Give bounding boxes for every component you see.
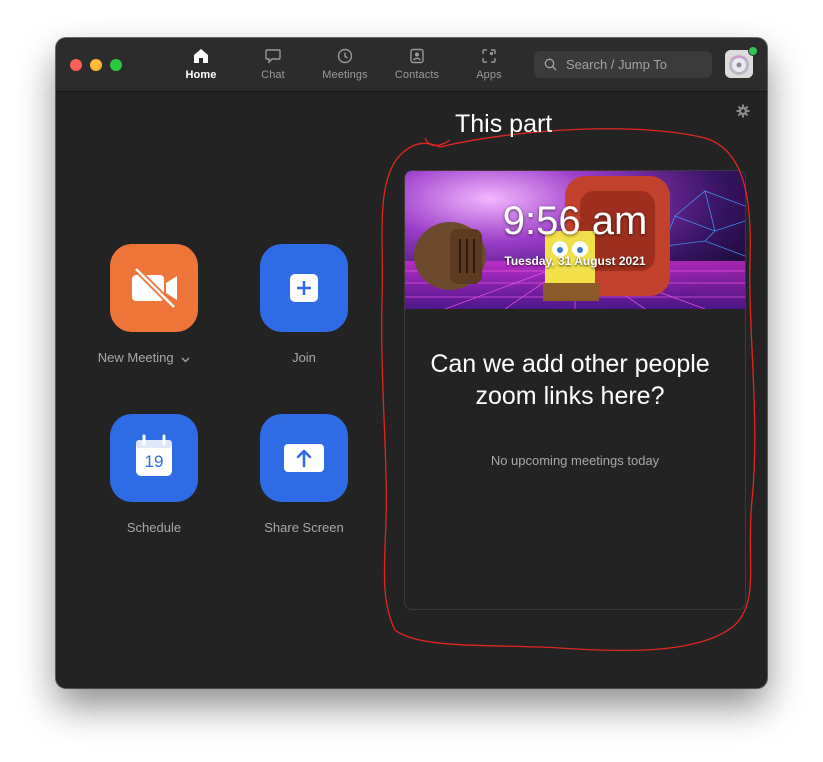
tab-contacts[interactable]: Contacts [387, 48, 447, 88]
clock-icon [315, 48, 375, 64]
new-meeting-button[interactable] [110, 244, 198, 332]
tab-chat-label: Chat [261, 69, 285, 81]
join-button[interactable] [260, 244, 348, 332]
schedule-label: Schedule [126, 520, 182, 535]
tab-home-label: Home [185, 69, 217, 81]
title-bar: Home Chat Meetings Contacts Apps Search … [56, 38, 767, 92]
tab-contacts-label: Contacts [394, 69, 440, 81]
annotation-title: This part [455, 110, 553, 138]
annotation-question: Can we add other people zoom links here? [430, 350, 710, 410]
home-icon [171, 48, 231, 64]
presence-indicator [748, 46, 758, 56]
clock-date: Tuesday, 31 August 2021 [504, 254, 646, 268]
tab-meetings-label: Meetings [322, 69, 368, 81]
calendar-banner: 9:56 am Tuesday, 31 August 2021 [405, 171, 745, 309]
new-meeting-text: New Meeting [97, 350, 174, 365]
chevron-down-icon[interactable] [181, 351, 190, 366]
tab-apps-label: Apps [476, 69, 502, 81]
tab-home[interactable]: Home [171, 48, 231, 88]
contacts-icon [387, 48, 447, 64]
schedule-button[interactable]: 19 [110, 414, 198, 502]
clock-time: 9:56 am [502, 199, 648, 243]
tab-apps[interactable]: Apps [459, 48, 519, 88]
tab-chat[interactable]: Chat [243, 48, 303, 88]
close-window-button[interactable] [70, 59, 82, 71]
search-placeholder: Search / Jump To [566, 57, 667, 72]
join-label: Join [292, 350, 316, 365]
gear-icon[interactable] [736, 104, 750, 123]
search-input[interactable]: Search / Jump To [534, 51, 712, 78]
new-meeting-label: New Meeting [89, 350, 199, 366]
share-screen-button[interactable] [260, 414, 348, 502]
share-screen-label: Share Screen [264, 520, 344, 535]
zoom-window-button[interactable] [110, 59, 122, 71]
tab-meetings[interactable]: Meetings [315, 48, 375, 88]
calendar-day: 19 [144, 452, 164, 471]
chat-icon [243, 48, 303, 64]
no-meetings-text: No upcoming meetings today [490, 453, 660, 468]
minimize-window-button[interactable] [90, 59, 102, 71]
apps-icon [459, 48, 519, 64]
